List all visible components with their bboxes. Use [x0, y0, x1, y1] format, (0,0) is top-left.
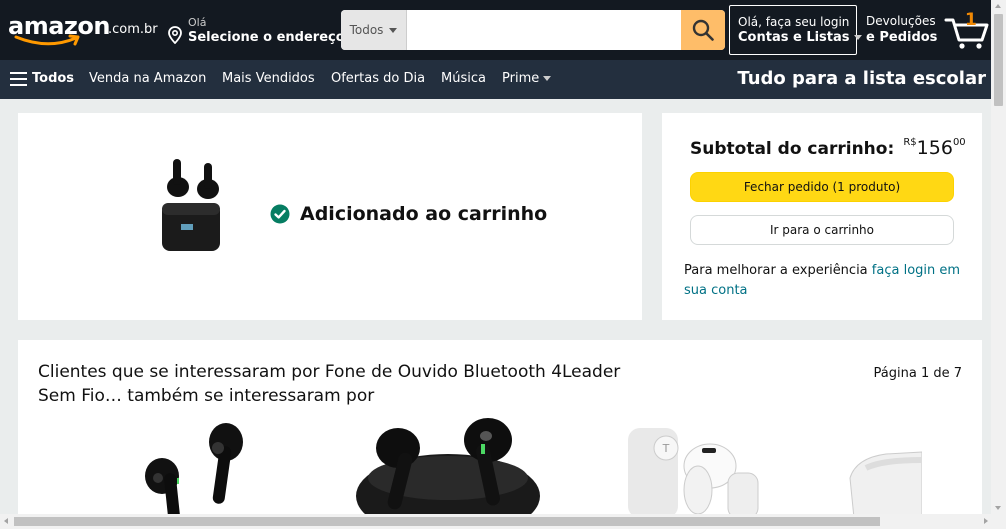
page-indicator: Página 1 de 7 [873, 366, 962, 381]
subnav-item-prime[interactable]: Prime [502, 71, 552, 86]
prime-label: Prime [502, 71, 540, 86]
reco-product-image[interactable]: T [618, 418, 768, 518]
scroll-up-arrow-icon[interactable] [995, 4, 1001, 8]
vertical-scrollbar[interactable] [991, 0, 1006, 514]
added-message: Adicionado ao carrinho [300, 203, 548, 225]
account-menu[interactable]: Olá, faça seu login Contas e Listas [729, 5, 862, 55]
returns-line1: Devoluções [866, 14, 936, 28]
all-menu-label: Todos [32, 71, 75, 86]
checkout-button[interactable]: Fechar pedido (1 produto) [690, 172, 954, 202]
svg-text:T: T [662, 442, 670, 455]
search-button[interactable] [681, 10, 725, 50]
added-to-cart-panel: Adicionado ao carrinho [18, 113, 642, 320]
cart-button[interactable]: 1 [944, 10, 992, 50]
login-hint-text: Para melhorar a experiência [684, 263, 872, 278]
search-input[interactable] [407, 10, 681, 50]
hamburger-icon [10, 72, 27, 86]
cart-count: 1 [965, 10, 977, 30]
promo-banner-text[interactable]: Tudo para a lista escolar [737, 68, 986, 89]
amazon-logo[interactable]: amazon .com.br [8, 10, 158, 50]
horizontal-scroll-thumb[interactable] [14, 517, 880, 526]
address-action: Selecione o endereço [188, 30, 345, 45]
subnav-item-music[interactable]: Música [441, 71, 486, 86]
reco-product-image[interactable] [128, 418, 258, 518]
smile-arrow-icon [14, 34, 80, 46]
search-category-select[interactable]: Todos [341, 10, 407, 50]
earbuds-product-image[interactable] [148, 153, 238, 268]
login-hint: Para melhorar a experiência faça login e… [684, 261, 964, 301]
price-fraction: 00 [952, 137, 966, 148]
subnav-item-deals[interactable]: Ofertas do Dia [331, 71, 425, 86]
account-greeting: Olá, faça seu login [738, 15, 850, 29]
scroll-down-arrow-icon[interactable] [995, 506, 1001, 510]
vertical-scroll-thumb[interactable] [994, 14, 1003, 106]
delivery-address[interactable]: Olá Selecione o endereço [168, 14, 345, 48]
chevron-down-icon [853, 35, 862, 40]
added-confirmation: Adicionado ao carrinho [270, 203, 547, 225]
price-currency: R$ [903, 137, 917, 148]
search-category-label: Todos [349, 23, 384, 37]
reco-product-image[interactable] [846, 418, 922, 518]
chevron-down-icon [543, 76, 552, 81]
returns-orders[interactable]: Devoluções e Pedidos [866, 14, 940, 45]
search-icon [692, 19, 714, 41]
top-nav: amazon .com.br Olá Selecione o endereço … [0, 0, 1006, 60]
go-to-cart-button[interactable]: Ir para o carrinho [690, 215, 954, 245]
scroll-left-arrow-icon[interactable] [4, 518, 8, 524]
scroll-right-arrow-icon[interactable] [984, 518, 988, 524]
chevron-down-icon [389, 27, 398, 33]
recommendations-panel: Clientes que se interessaram por Fone de… [18, 340, 982, 529]
logo-domain: .com.br [108, 22, 158, 37]
account-label-text: Contas e Listas [738, 30, 850, 45]
price-whole: 156 [916, 137, 953, 159]
horizontal-scrollbar[interactable] [0, 514, 1006, 529]
subtotal-row: Subtotal do carrinho: R$15600 [690, 137, 966, 159]
location-pin-icon [168, 26, 182, 44]
account-lists-label: Contas e Listas [738, 30, 862, 45]
all-menu-button[interactable]: Todos [0, 60, 78, 99]
sub-nav: Todos Venda na Amazon Mais Vendidos Ofer… [0, 60, 1006, 99]
subtotal-label: Subtotal do carrinho: [690, 139, 895, 159]
subnav-item-bestsellers[interactable]: Mais Vendidos [222, 71, 315, 86]
subnav-item-sell[interactable]: Venda na Amazon [89, 71, 206, 86]
returns-line2: e Pedidos [866, 30, 938, 45]
reco-product-image[interactable] [353, 418, 543, 518]
recommendations-title: Clientes que se interessaram por Fone de… [38, 362, 621, 406]
check-circle-icon [270, 204, 290, 224]
search-bar: Todos [341, 10, 725, 50]
address-greeting: Olá [188, 16, 207, 29]
subtotal-panel: Subtotal do carrinho: R$15600 Fechar ped… [662, 113, 982, 320]
subtotal-price: R$15600 [903, 137, 965, 159]
